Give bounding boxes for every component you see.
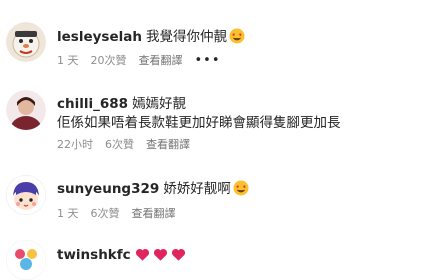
comment-item: twinshkfc — [0, 240, 422, 280]
heart-eyes-emoji-icon — [233, 180, 249, 196]
likes-count[interactable]: 6次贊 — [105, 138, 134, 152]
comment-meta: 1 天 20次贊 查看翻譯 ••• — [57, 54, 221, 68]
timestamp: 22小时 — [57, 138, 93, 151]
avatar[interactable] — [6, 22, 46, 62]
comment-header: chilli_688 嫣嫣好靚 — [57, 95, 186, 113]
comment-text-line-2: 佢係如果唔着長款鞋更加好睇會顯得隻腳更加長 — [57, 115, 341, 131]
heart-eyes-emoji-icon — [229, 28, 245, 44]
comment-text: 我覺得你仲靚 — [145, 29, 227, 45]
username[interactable]: sunyeung329 — [57, 181, 159, 197]
comment-header: twinshkfc — [57, 246, 186, 264]
red-heart-emoji-icon — [135, 247, 150, 262]
more-options-icon[interactable]: ••• — [195, 54, 221, 68]
comment-item: sunyeung329 娇娇好靓啊 1 天 6次贊 查看翻譯 — [0, 170, 422, 230]
comment-header: sunyeung329 娇娇好靓啊 — [57, 180, 249, 198]
red-heart-emoji-icon — [171, 247, 186, 262]
timestamp: 1 天 — [57, 207, 79, 220]
comment-item: lesleyselah 我覺得你仲靚 1 天 20次贊 查看翻譯 ••• — [0, 0, 422, 70]
comment-meta: 1 天 6次贊 查看翻譯 — [57, 207, 188, 221]
comment-text: 嫣嫣好靚 — [132, 96, 187, 112]
likes-count[interactable]: 6次贊 — [91, 207, 120, 221]
username[interactable]: chilli_688 — [57, 96, 128, 112]
avatar[interactable] — [6, 240, 46, 280]
comment-item: chilli_688 嫣嫣好靚 佢係如果唔着長款鞋更加好睇會顯得隻腳更加長 22小… — [0, 80, 422, 160]
comment-meta: 22小时 6次贊 查看翻譯 — [57, 138, 202, 152]
likes-count[interactable]: 20次贊 — [91, 54, 127, 68]
see-translation-link[interactable]: 查看翻譯 — [132, 207, 176, 221]
comment-header: lesleyselah 我覺得你仲靚 — [57, 28, 245, 46]
see-translation-link[interactable]: 查看翻譯 — [139, 54, 183, 68]
red-heart-emoji-icon — [153, 247, 168, 262]
timestamp: 1 天 — [57, 54, 79, 67]
hearts-emoji-group — [135, 247, 186, 262]
see-translation-link[interactable]: 查看翻譯 — [146, 138, 190, 152]
avatar[interactable] — [6, 175, 46, 215]
username[interactable]: lesleyselah — [57, 29, 142, 45]
avatar[interactable] — [6, 90, 46, 130]
comment-text: 娇娇好靓啊 — [163, 181, 231, 197]
username[interactable]: twinshkfc — [57, 247, 131, 263]
